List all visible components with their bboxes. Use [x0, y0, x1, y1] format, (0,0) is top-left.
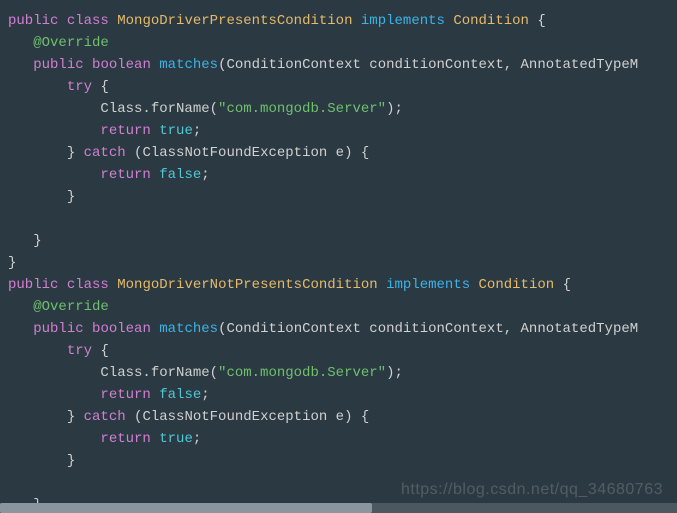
- call-end: );: [386, 101, 403, 117]
- kw-return: return: [100, 123, 150, 139]
- kw-implements: implements: [386, 277, 470, 293]
- semicolon: ;: [201, 167, 209, 183]
- bool-false: false: [159, 387, 201, 403]
- kw-boolean: boolean: [92, 321, 151, 337]
- semicolon: ;: [193, 431, 201, 447]
- bool-false: false: [159, 167, 201, 183]
- catch-params: (ClassNotFoundException e) {: [134, 145, 369, 161]
- kw-return: return: [100, 431, 150, 447]
- semicolon: ;: [193, 123, 201, 139]
- kw-public: public: [33, 321, 83, 337]
- kw-implements: implements: [361, 13, 445, 29]
- bool-true: true: [159, 431, 193, 447]
- kw-class: class: [67, 277, 109, 293]
- class-name: MongoDriverPresentsCondition: [117, 13, 352, 29]
- kw-catch: catch: [84, 145, 126, 161]
- method-name: matches: [159, 57, 218, 73]
- kw-boolean: boolean: [92, 57, 151, 73]
- annotation-override: @Override: [33, 35, 109, 51]
- kw-public: public: [33, 57, 83, 73]
- bool-true: true: [159, 123, 193, 139]
- kw-public: public: [8, 277, 58, 293]
- class-name: MongoDriverNotPresentsCondition: [117, 277, 377, 293]
- brace-open: {: [100, 343, 108, 359]
- brace-close: }: [8, 255, 16, 271]
- horizontal-scrollbar[interactable]: [0, 503, 677, 513]
- call-end: );: [386, 365, 403, 381]
- brace-open: {: [100, 79, 108, 95]
- annotation-override: @Override: [33, 299, 109, 315]
- scrollbar-thumb[interactable]: [0, 503, 372, 513]
- string-literal: "com.mongodb.Server": [218, 101, 386, 117]
- brace-open: {: [537, 13, 545, 29]
- kw-try: try: [67, 343, 92, 359]
- brace-close: }: [67, 453, 75, 469]
- iface-name: Condition: [453, 13, 529, 29]
- kw-public: public: [8, 13, 58, 29]
- brace-open: {: [563, 277, 571, 293]
- code-block: public class MongoDriverPresentsConditio…: [0, 0, 677, 513]
- kw-return: return: [100, 167, 150, 183]
- method-params: (ConditionContext conditionContext, Anno…: [218, 321, 638, 337]
- brace-close: }: [67, 409, 75, 425]
- iface-name: Condition: [479, 277, 555, 293]
- method-params: (ConditionContext conditionContext, Anno…: [218, 57, 638, 73]
- brace-close: }: [33, 233, 41, 249]
- kw-return: return: [100, 387, 150, 403]
- kw-class: class: [67, 13, 109, 29]
- catch-params: (ClassNotFoundException e) {: [134, 409, 369, 425]
- semicolon: ;: [201, 387, 209, 403]
- kw-catch: catch: [84, 409, 126, 425]
- kw-try: try: [67, 79, 92, 95]
- string-literal: "com.mongodb.Server": [218, 365, 386, 381]
- method-name: matches: [159, 321, 218, 337]
- brace-close: }: [67, 189, 75, 205]
- call-forname: Class.forName(: [100, 365, 218, 381]
- call-forname: Class.forName(: [100, 101, 218, 117]
- brace-close: }: [67, 145, 75, 161]
